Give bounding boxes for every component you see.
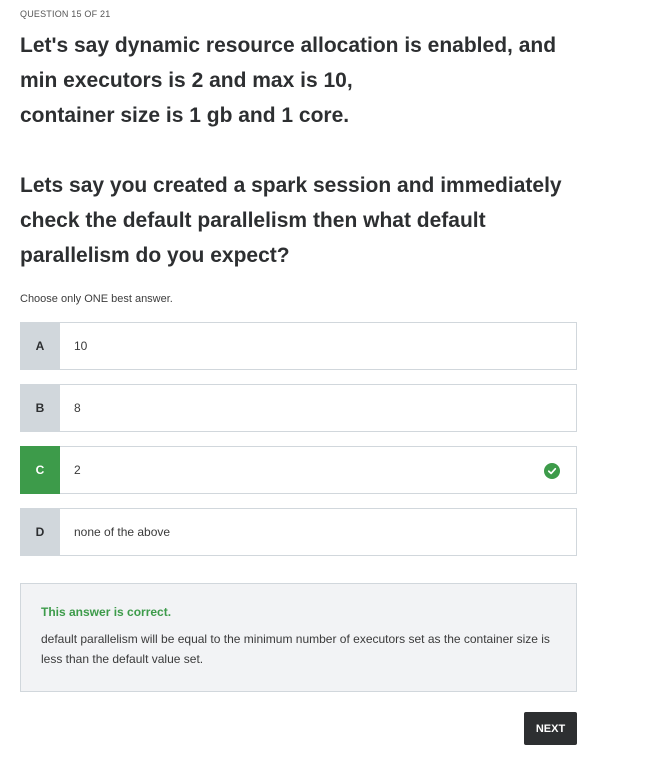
option-letter: D xyxy=(20,508,60,556)
answer-option-b[interactable]: B 8 xyxy=(20,384,577,432)
option-text: none of the above xyxy=(74,525,171,539)
answer-option-a[interactable]: A 10 xyxy=(20,322,577,370)
option-letter: C xyxy=(20,446,60,494)
option-text: 10 xyxy=(74,339,88,353)
answer-option-c[interactable]: C 2 xyxy=(20,446,577,494)
question-part-2: Lets say you created a spark session and… xyxy=(20,174,562,267)
question-text: Let's say dynamic resource allocation is… xyxy=(20,28,580,273)
answer-feedback-panel: This answer is correct. default parallel… xyxy=(20,583,577,692)
option-text: 2 xyxy=(74,463,81,477)
feedback-status: This answer is correct. xyxy=(41,605,172,619)
check-circle-icon xyxy=(544,463,560,479)
option-text: 8 xyxy=(74,401,81,415)
answer-option-d[interactable]: D none of the above xyxy=(20,508,577,556)
question-progress: QUESTION 15 OF 21 xyxy=(20,9,111,19)
next-button[interactable]: NEXT xyxy=(524,712,577,745)
feedback-explanation: default parallelism will be equal to the… xyxy=(41,632,550,666)
answer-instruction: Choose only ONE best answer. xyxy=(20,293,173,305)
option-letter: A xyxy=(20,322,60,370)
answer-options: A 10 B 8 C 2 D none of the above xyxy=(20,322,577,570)
question-part-1: Let's say dynamic resource allocation is… xyxy=(20,34,557,127)
option-letter: B xyxy=(20,384,60,432)
